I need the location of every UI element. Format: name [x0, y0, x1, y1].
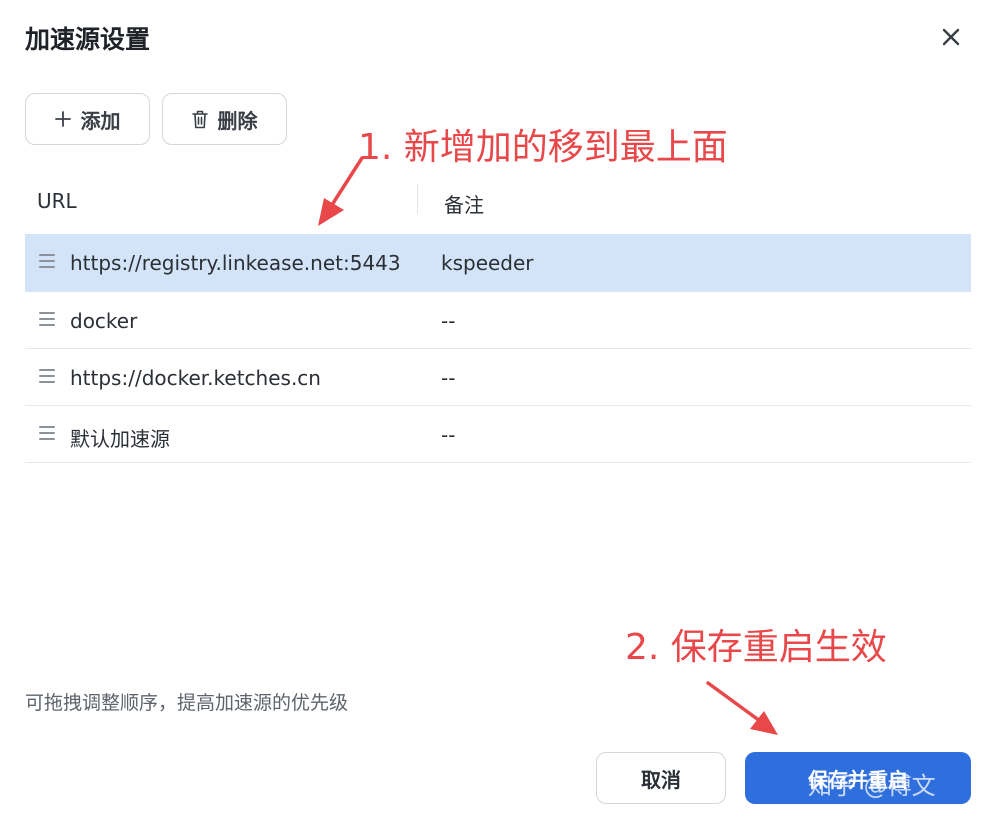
- row-note: --: [441, 309, 456, 333]
- plus-icon: [54, 111, 71, 127]
- add-button-label: 添加: [80, 108, 121, 133]
- add-button[interactable]: 添加: [25, 93, 150, 145]
- row-note: --: [441, 423, 456, 447]
- trash-icon: [191, 110, 208, 129]
- column-divider: [417, 184, 418, 214]
- drag-handle-icon[interactable]: [39, 312, 55, 326]
- column-header-url: URL: [37, 189, 77, 213]
- row-note: --: [441, 366, 456, 390]
- column-header-note: 备注: [444, 193, 484, 217]
- watermark: 知乎 @博文: [808, 772, 936, 800]
- drag-hint-text: 可拖拽调整顺序，提高加速源的优先级: [25, 692, 349, 714]
- close-button[interactable]: [934, 20, 968, 54]
- drag-handle-icon[interactable]: [39, 254, 55, 268]
- table-row[interactable]: https://docker.ketches.cn --: [25, 349, 971, 406]
- row-url: https://docker.ketches.cn: [70, 366, 321, 390]
- drag-handle-icon[interactable]: [39, 426, 55, 440]
- close-icon: [942, 28, 960, 46]
- delete-button-label: 删除: [217, 108, 258, 133]
- row-note: kspeeder: [441, 251, 534, 275]
- table-row[interactable]: 默认加速源 --: [25, 406, 971, 463]
- cancel-button[interactable]: 取消: [596, 752, 726, 804]
- annotation-arrow-2: [706, 681, 778, 735]
- table-header: URL 备注: [25, 170, 971, 234]
- delete-button[interactable]: 删除: [162, 93, 287, 145]
- drag-handle-icon[interactable]: [39, 369, 55, 383]
- row-url: 默认加速源: [70, 427, 170, 451]
- annotation-step2: 2. 保存重启生效: [625, 627, 887, 668]
- row-url: docker: [70, 309, 138, 333]
- annotation-step1: 1. 新增加的移到最上面: [358, 127, 728, 168]
- row-url: https://registry.linkease.net:5443: [70, 251, 401, 275]
- dialog-title: 加速源设置: [25, 25, 151, 54]
- annotation-arrow-1: [318, 156, 364, 226]
- mirror-table: URL 备注 https://registry.linkease.net:544…: [25, 170, 971, 463]
- table-row[interactable]: https://registry.linkease.net:5443 kspee…: [25, 234, 971, 292]
- table-row[interactable]: docker --: [25, 292, 971, 349]
